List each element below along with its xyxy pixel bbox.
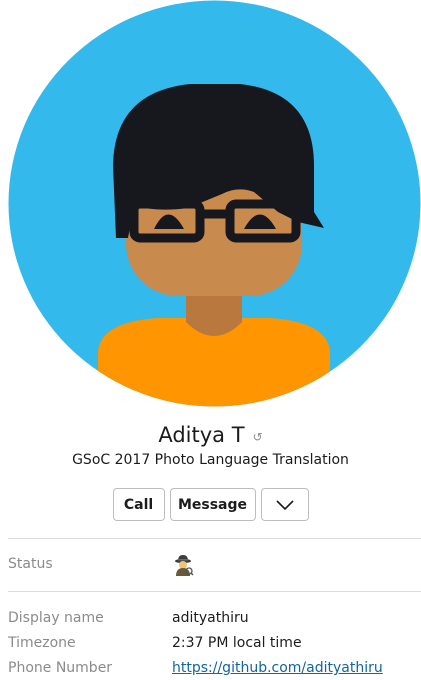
display-name-label: Display name xyxy=(8,610,104,626)
display-name-value: adityathiru xyxy=(172,610,249,626)
timezone-value: 2:37 PM local time xyxy=(172,635,302,651)
divider xyxy=(8,538,421,539)
profile-actions: Call Message xyxy=(0,488,421,521)
more-actions-button[interactable] xyxy=(260,488,309,521)
message-button[interactable]: Message xyxy=(169,488,256,521)
timezone-label: Timezone xyxy=(8,635,76,651)
edit-profile-icon[interactable]: ↺ xyxy=(253,430,263,444)
profile-avatar[interactable] xyxy=(8,0,421,407)
detective-emoji-icon xyxy=(175,555,194,576)
phone-number-link[interactable]: https://github.com/adityathiru xyxy=(172,660,383,676)
status-label: Status xyxy=(8,556,53,572)
chevron-down-icon xyxy=(275,499,294,510)
call-button[interactable]: Call xyxy=(112,488,165,521)
profile-name: Aditya T xyxy=(158,423,245,447)
phone-number-label: Phone Number xyxy=(8,660,113,676)
divider xyxy=(8,591,421,592)
profile-subtitle: GSoC 2017 Photo Language Translation xyxy=(72,452,349,468)
